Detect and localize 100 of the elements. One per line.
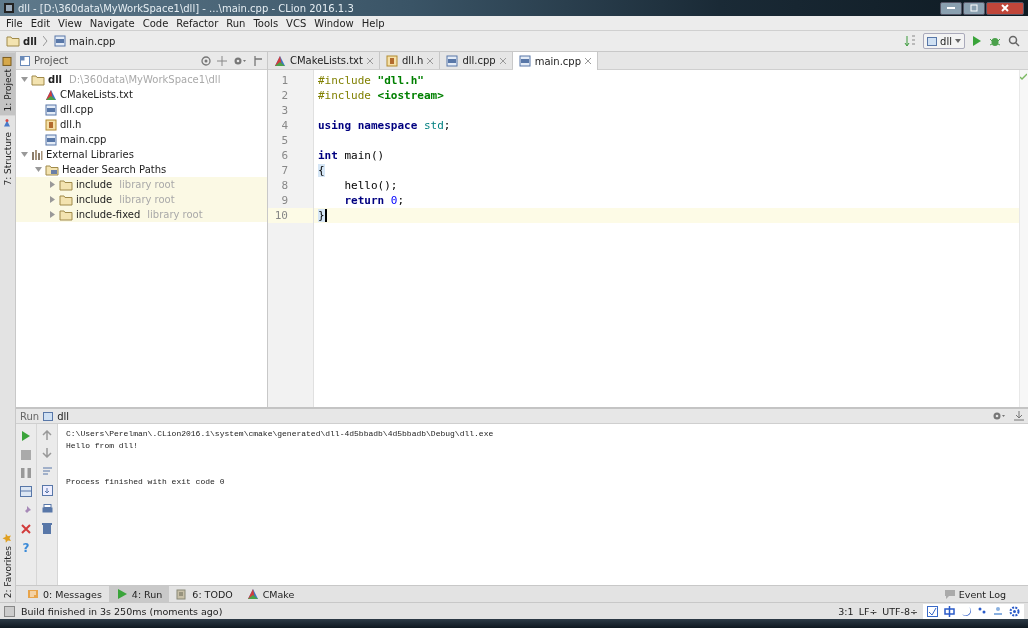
layout-toggle-icon[interactable] — [4, 605, 15, 617]
tree-item[interactable]: main.cpp — [60, 134, 107, 145]
menu-item[interactable]: Edit — [26, 17, 55, 29]
cpp-file-icon — [446, 54, 459, 67]
scroll-end-icon[interactable] — [41, 485, 53, 496]
input-method-icon[interactable] — [944, 605, 955, 617]
header-file-icon — [385, 54, 398, 67]
tree-item[interactable]: Header Search Paths — [62, 164, 167, 175]
code-line: #include "dll.h" — [318, 73, 424, 88]
console-line: Hello from dll! — [66, 441, 138, 450]
structure-icon — [2, 119, 13, 130]
tree-item[interactable]: CMakeLists.txt — [60, 89, 133, 100]
tree-item[interactable]: dll — [48, 74, 62, 85]
tool-window-tab[interactable]: 6: TODO — [169, 586, 240, 602]
tree-item[interactable]: dll.cpp — [60, 104, 94, 115]
collapsed-arrow-icon[interactable] — [48, 196, 56, 203]
tree-item[interactable]: dll.h — [60, 119, 82, 130]
header-file-icon — [45, 118, 57, 131]
gear-icon[interactable] — [233, 55, 247, 66]
menu-item[interactable]: Navigate — [85, 17, 139, 29]
close-icon[interactable] — [366, 57, 373, 64]
status-message: Build finished in 3s 250ms (moments ago) — [21, 605, 223, 617]
menu-item[interactable]: VCS — [282, 17, 311, 29]
debug-bug-icon[interactable] — [989, 35, 1001, 47]
expanded-arrow-icon[interactable] — [20, 76, 28, 83]
punctuation-icon[interactable] — [977, 606, 987, 616]
pause-icon[interactable] — [21, 468, 31, 478]
breadcrumb[interactable]: main.cpp — [52, 34, 118, 48]
run-configuration-dropdown[interactable]: dll — [923, 33, 965, 49]
line-number: 6 — [280, 148, 289, 163]
todo-icon — [176, 588, 189, 600]
run-icon[interactable] — [972, 35, 982, 47]
editor-tab[interactable]: CMakeLists.txt — [268, 52, 380, 69]
menu-item[interactable]: File — [2, 17, 27, 29]
down-arrow-icon[interactable] — [42, 448, 52, 458]
event-log-button[interactable]: Event Log — [944, 588, 1028, 600]
editor-tab[interactable]: dll.h — [379, 52, 441, 69]
cursor-position[interactable]: 3:1 — [838, 605, 854, 617]
menu-item[interactable]: Tools — [249, 17, 283, 29]
cpp-file-icon — [45, 133, 57, 146]
hide-panel-icon[interactable] — [1014, 411, 1024, 421]
wrap-icon[interactable] — [41, 466, 53, 477]
encoding[interactable]: UTF-8÷ — [882, 605, 918, 617]
console-line: Process finished with exit code 0 — [66, 477, 225, 486]
gear-icon[interactable] — [992, 411, 1006, 421]
close-icon[interactable] — [499, 57, 506, 64]
user-icon[interactable] — [993, 606, 1003, 616]
tool-window-tab[interactable]: CMake — [239, 586, 302, 602]
collapsed-arrow-icon[interactable] — [48, 181, 56, 188]
tree-item[interactable]: include-fixed — [76, 209, 141, 220]
print-icon[interactable] — [41, 504, 53, 515]
triangle-icon — [246, 588, 259, 600]
moon-icon[interactable] — [961, 606, 971, 616]
line-separator[interactable]: LF÷ — [858, 605, 878, 617]
expanded-arrow-icon[interactable] — [20, 151, 28, 158]
menu-item[interactable]: Help — [357, 17, 389, 29]
minimize-button[interactable] — [940, 1, 962, 15]
folder-icon — [31, 73, 45, 86]
library-icon — [31, 148, 43, 161]
menu-item[interactable]: Code — [138, 17, 173, 29]
tree-item[interactable]: include — [76, 194, 113, 205]
close-button[interactable] — [986, 1, 1024, 15]
close-icon[interactable] — [427, 57, 434, 64]
side-tab[interactable]: 1: Project — [0, 52, 15, 116]
run-config-label[interactable]: dll — [57, 410, 70, 422]
console-line: C:\Users\Perelman\.CLion2016.1\system\cmake\generated\dll-4d5bbadb\4d5bbadb\Debug\dll.exe — [66, 429, 494, 438]
expanded-arrow-icon[interactable] — [34, 166, 42, 173]
up-arrow-icon[interactable] — [42, 430, 52, 440]
collapsed-arrow-icon[interactable] — [48, 211, 56, 218]
gear-icon[interactable] — [1009, 605, 1020, 617]
sort-icon[interactable] — [904, 35, 917, 47]
tree-item[interactable]: include — [76, 179, 113, 190]
close-icon[interactable] — [21, 524, 31, 534]
trash-icon[interactable] — [42, 523, 52, 534]
hide-panel-icon[interactable] — [253, 55, 263, 66]
cpp-file-icon — [54, 35, 66, 47]
menu-item[interactable]: Refactor — [172, 17, 223, 29]
menu-item[interactable]: View — [54, 17, 86, 29]
line-number: 9 — [280, 193, 289, 208]
tree-item[interactable]: External Libraries — [46, 149, 134, 160]
side-tab[interactable]: 2: Favorites — [0, 528, 15, 602]
panel-title: Run — [20, 410, 40, 422]
close-icon[interactable] — [585, 58, 592, 64]
restore-icon — [970, 4, 978, 12]
tool-window-tab[interactable]: 4: Run — [108, 586, 170, 602]
target-icon[interactable] — [201, 55, 211, 66]
editor-tab[interactable]: main.cpp — [512, 52, 599, 70]
breadcrumb[interactable]: dll — [4, 34, 39, 48]
layout-icon[interactable] — [20, 486, 32, 497]
checkbox-icon[interactable] — [927, 605, 938, 617]
menu-item[interactable]: Window — [310, 17, 358, 29]
code-line: #include <iostream> — [318, 88, 444, 103]
editor-tab[interactable]: dll.cpp — [440, 52, 513, 69]
side-tab[interactable]: 7: Structure — [0, 115, 15, 190]
menu-item[interactable]: Run — [222, 17, 250, 29]
run-icon[interactable] — [21, 430, 31, 442]
tool-window-tab[interactable]: 0: Messages — [20, 586, 109, 602]
code-line: hello(); — [343, 178, 398, 193]
search-icon[interactable] — [1008, 35, 1020, 47]
restore-button[interactable] — [963, 1, 985, 15]
